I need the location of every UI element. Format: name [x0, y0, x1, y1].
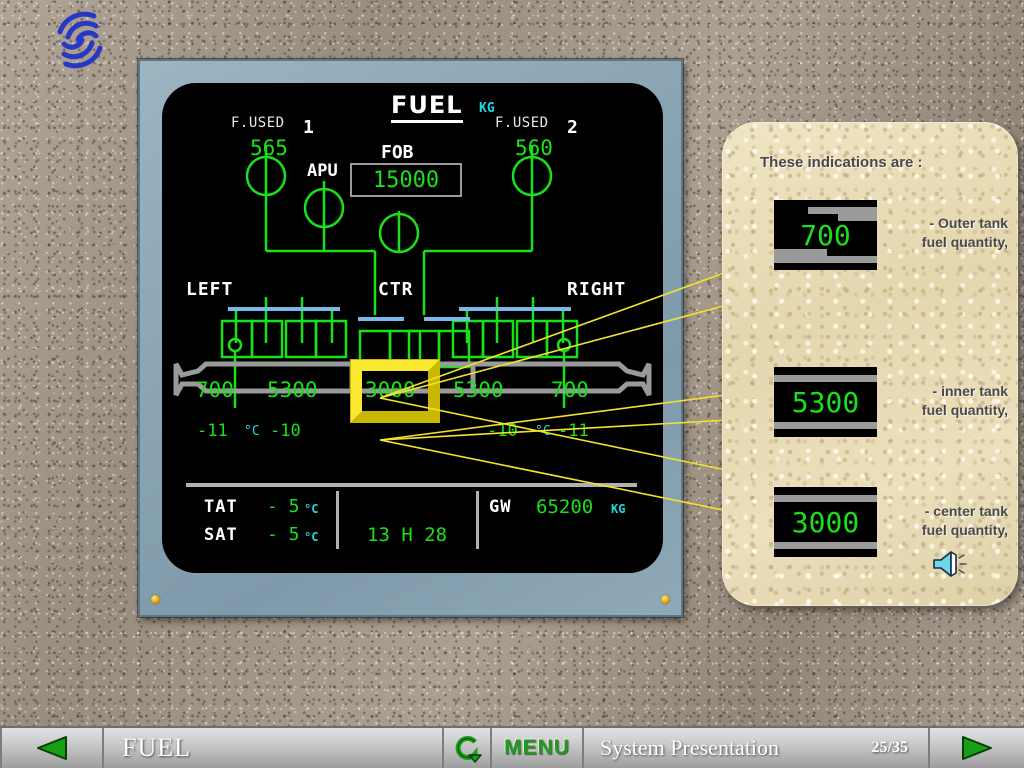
navigation-toolbar: FUEL MENU System Presentation 25/35: [0, 726, 1024, 768]
fuel-used-2-engine-number: 2: [567, 117, 578, 138]
inner-tank-readout-thumbnail: 5300: [774, 367, 877, 437]
fuel-used-2-value: 560: [515, 136, 553, 160]
info-divider-1: [336, 491, 339, 549]
explanation-panel-title: These indications are :: [760, 154, 923, 171]
gross-weight-unit: KG: [611, 502, 626, 516]
fob-label: FOB: [381, 142, 414, 163]
outer-tank-readout-thumbnail: 700: [774, 200, 877, 270]
apu-label: APU: [307, 161, 338, 181]
center-tank-readout-value: 3000: [791, 505, 860, 539]
fob-value-box: 15000: [350, 163, 462, 197]
explanation-panel: These indications are : 700 - Outer tank…: [722, 122, 1018, 606]
menu-button-label: MENU: [504, 736, 570, 759]
sat-label: SAT: [204, 525, 238, 545]
speaker-icon[interactable]: [930, 549, 970, 579]
tat-label: TAT: [204, 497, 238, 517]
tat-unit: °C: [304, 502, 319, 516]
next-arrow-icon: [962, 736, 992, 760]
menu-button[interactable]: MENU: [492, 728, 584, 768]
fuel-used-1-value: 565: [250, 136, 288, 160]
left-inner-tank-temperature: -10: [270, 421, 301, 441]
current-page-title-text: FUEL: [122, 733, 191, 762]
return-arrow-icon: [455, 736, 482, 763]
ecam-display-bezel: FUEL KG F.USED 1 565 F.USED 2 560 FOB 15…: [138, 59, 683, 617]
left-outer-tank-temperature: -11: [197, 421, 228, 441]
bezel-screw-right: [661, 595, 670, 604]
fuel-used-1-engine-number: 1: [303, 117, 314, 138]
clock-value: 13 H 28: [367, 524, 448, 546]
return-button[interactable]: [444, 728, 492, 768]
page-indicator: 25/35: [871, 739, 908, 756]
fuel-used-1-label: F.USED: [231, 115, 285, 131]
inner-tank-caption: - inner tank fuel quantity,: [921, 383, 1008, 418]
bezel-screw-left: [151, 595, 160, 604]
center-tank-highlight-box: [351, 360, 439, 422]
left-inner-tank-quantity: 5300: [267, 378, 318, 402]
previous-page-button[interactable]: [0, 728, 104, 768]
page-title: FUEL: [391, 91, 463, 123]
next-page-button[interactable]: [930, 728, 1024, 768]
inner-tank-readout-value: 5300: [791, 385, 860, 419]
outer-tank-readout-value: 700: [800, 218, 851, 252]
page-unit-label: KG: [479, 101, 495, 116]
ecam-fuel-page: FUEL KG F.USED 1 565 F.USED 2 560 FOB 15…: [162, 83, 663, 573]
gross-weight-label: GW: [489, 497, 512, 517]
right-tank-label: RIGHT: [567, 279, 627, 300]
right-outer-tank-temperature: -11: [558, 421, 589, 441]
left-temperature-unit: °C: [244, 424, 260, 439]
section-label: System Presentation: [600, 735, 780, 760]
info-divider-top: [186, 483, 637, 487]
section-indicator: System Presentation 25/35: [584, 728, 930, 768]
sat-unit: °C: [304, 530, 319, 544]
current-page-title: FUEL: [104, 728, 444, 768]
right-inner-tank-temperature: -10: [487, 421, 518, 441]
right-inner-tank-quantity: 5300: [453, 378, 504, 402]
center-tank-caption: - center tank fuel quantity,: [921, 503, 1008, 538]
outer-tank-caption: - Outer tank fuel quantity,: [921, 215, 1008, 250]
info-divider-2: [476, 491, 479, 549]
fuel-used-2-label: F.USED: [495, 115, 549, 131]
left-outer-tank-quantity: 700: [196, 378, 234, 402]
gross-weight-value: 65200: [536, 496, 594, 518]
left-tank-label: LEFT: [186, 279, 234, 300]
training-logo-swirl: [57, 11, 103, 69]
center-tank-label: CTR: [378, 279, 414, 300]
right-temperature-unit: °C: [535, 424, 551, 439]
ecam-info-strip: TAT - 5 °C SAT - 5 °C 13 H 28 GW 65200 K…: [186, 483, 637, 551]
center-tank-readout-thumbnail: 3000: [774, 487, 877, 557]
sat-value: - 5: [267, 524, 300, 545]
tat-value: - 5: [267, 496, 300, 517]
fob-value: 15000: [372, 167, 440, 193]
previous-arrow-icon: [37, 736, 67, 760]
right-outer-tank-quantity: 700: [551, 378, 589, 402]
